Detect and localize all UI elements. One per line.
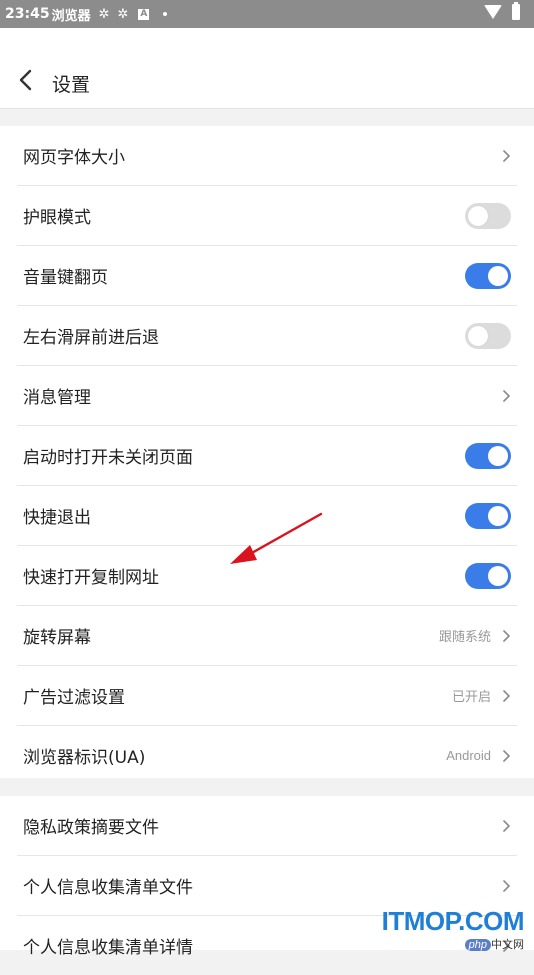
- settings-row[interactable]: 护眼模式: [17, 186, 517, 246]
- settings-row-control: [465, 262, 517, 289]
- status-app-name: 浏览器: [51, 8, 91, 24]
- chevron-right-icon: [503, 389, 510, 402]
- toggle-knob: [468, 325, 488, 346]
- settings-row-control: [501, 149, 517, 163]
- settings-row-control: [465, 502, 517, 529]
- settings-row[interactable]: 音量键翻页: [17, 246, 517, 306]
- settings-row-label: 网页字体大小: [23, 148, 125, 168]
- settings-row-label: 个人信息收集清单详情: [23, 938, 193, 958]
- settings-row-label: 音量键翻页: [23, 268, 108, 288]
- settings-row-label: 广告过滤设置: [23, 688, 125, 708]
- toggle-switch[interactable]: [465, 502, 511, 529]
- settings-row-label: 个人信息收集清单文件: [23, 878, 193, 898]
- settings-row-control: Android: [446, 748, 517, 763]
- toggle-switch[interactable]: [465, 562, 511, 589]
- chevron-right-icon: [503, 749, 510, 762]
- watermark-php: php: [464, 939, 491, 951]
- header-bar: 设置: [0, 28, 534, 109]
- settings-row-label: 护眼模式: [23, 208, 91, 228]
- settings-row[interactable]: 广告过滤设置 已开启: [17, 666, 517, 726]
- settings-row-control: [465, 442, 517, 469]
- settings-row-label: 左右滑屏前进后退: [23, 328, 159, 348]
- wifi-icon: [484, 5, 502, 19]
- toggle-switch[interactable]: [465, 322, 511, 349]
- toggle-knob: [488, 565, 508, 586]
- status-time: 23:45: [5, 6, 50, 22]
- settings-row[interactable]: 消息管理: [17, 366, 517, 426]
- settings-row-label: 隐私政策摘要文件: [23, 818, 159, 838]
- settings-row-control: [465, 562, 517, 589]
- settings-row-label: 快速打开复制网址: [23, 568, 159, 588]
- chevron-right-icon: [503, 629, 510, 642]
- settings-row-value: 跟随系统: [438, 629, 491, 644]
- toggle-knob: [488, 265, 508, 286]
- chevron-right-icon: [503, 689, 510, 702]
- settings-row-control: 已开启: [452, 686, 517, 705]
- chevron-right-icon: [503, 819, 510, 832]
- toggle-knob: [468, 205, 488, 226]
- settings-row[interactable]: 旋转屏幕 跟随系统: [17, 606, 517, 666]
- settings-row-control: [501, 819, 517, 833]
- settings-row-control: [501, 879, 517, 893]
- watermark-brand: ITMOP.COM: [381, 906, 525, 936]
- settings-row[interactable]: 快捷退出: [17, 486, 517, 546]
- toggle-switch[interactable]: [465, 202, 511, 229]
- watermark-cn: 中文网: [491, 938, 524, 951]
- settings-row-label: 启动时打开未关闭页面: [23, 448, 193, 468]
- watermark: ITMOP.COM php 中文网: [359, 906, 525, 951]
- settings-row[interactable]: 快速打开复制网址: [17, 546, 517, 606]
- settings-row-value: Android: [446, 748, 491, 763]
- status-bar: 23:45 浏览器 ✲ ✲ A: [0, 0, 534, 28]
- toggle-switch[interactable]: [465, 442, 511, 469]
- settings-row-label: 旋转屏幕: [23, 628, 91, 648]
- settings-row[interactable]: 网页字体大小: [17, 126, 517, 186]
- battery-icon: [512, 2, 520, 20]
- settings-row[interactable]: 隐私政策摘要文件: [17, 796, 517, 856]
- sync-icon-2: ✲: [117, 6, 129, 22]
- notification-a-icon: A: [138, 8, 150, 20]
- more-notifications-icon: [163, 12, 168, 16]
- back-arrow-icon[interactable]: [16, 68, 36, 92]
- toggle-knob: [488, 505, 508, 526]
- page-title: 设置: [52, 74, 91, 96]
- settings-row[interactable]: 启动时打开未关闭页面: [17, 426, 517, 486]
- settings-row[interactable]: 浏览器标识(UA) Android: [17, 726, 517, 785]
- toggle-switch[interactable]: [465, 262, 511, 289]
- settings-row-control: [465, 202, 517, 229]
- sync-icon: ✲: [98, 6, 110, 22]
- settings-row-control: 跟随系统: [439, 626, 517, 645]
- settings-row-label: 浏览器标识(UA): [23, 748, 146, 768]
- toggle-knob: [488, 445, 508, 466]
- settings-row-control: [465, 322, 517, 349]
- chevron-right-icon: [503, 879, 510, 892]
- settings-row-control: [501, 389, 517, 403]
- settings-row-label: 快捷退出: [23, 508, 91, 528]
- settings-row-label: 消息管理: [23, 388, 91, 408]
- chevron-right-icon: [503, 149, 510, 162]
- settings-row[interactable]: 左右滑屏前进后退: [17, 306, 517, 366]
- settings-row-value: 已开启: [451, 689, 491, 704]
- settings-group-general: 网页字体大小 护眼模式音量键翻页左右滑屏前进后退 消息管理启动时打开未关闭页面 快捷退…: [0, 126, 534, 778]
